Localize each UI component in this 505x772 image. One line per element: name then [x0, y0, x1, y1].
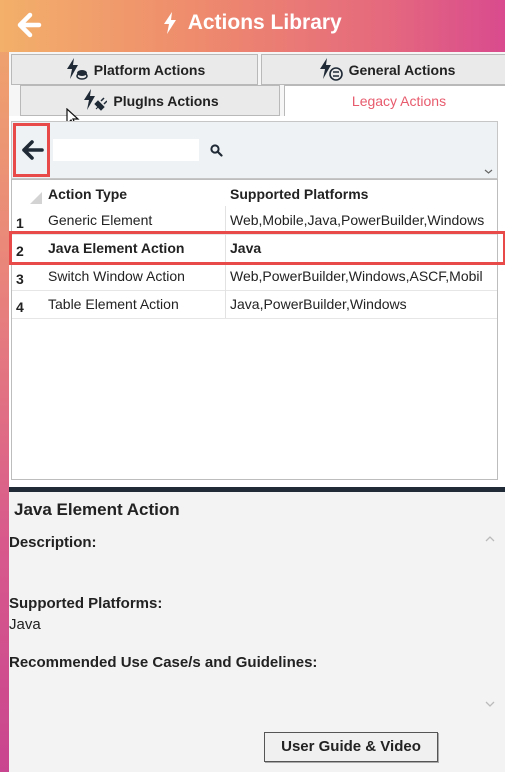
selected-row-highlight — [9, 231, 505, 265]
column-header-supported-platforms[interactable]: Supported Platforms — [227, 180, 497, 206]
platforms-cell: Web,PowerBuilder,Windows,ASCF,Mobil — [230, 268, 483, 284]
action-type-cell: Table Element Action — [46, 290, 226, 318]
actions-table: Action Type Supported Platforms 1 Generi… — [11, 179, 498, 480]
tab-platform-actions[interactable]: Platform Actions — [11, 54, 258, 85]
recommended-use-label: Recommended Use Case/s and Guidelines: — [9, 654, 318, 671]
row-number: 1 — [16, 215, 24, 231]
table-header-row: Action Type Supported Platforms — [12, 180, 497, 206]
user-guide-button[interactable]: User Guide & Video — [264, 732, 438, 762]
tab-platform-label: Platform Actions — [93, 61, 206, 78]
left-gradient-strip — [0, 0, 9, 772]
tab-plugins-actions[interactable]: PlugIns Actions — [20, 85, 280, 116]
plugins-actions-icon — [84, 88, 108, 111]
row-number: 3 — [16, 271, 24, 287]
page-title: Actions Library — [187, 11, 342, 34]
search-icon[interactable] — [210, 144, 223, 157]
tab-general-label: General Actions — [348, 61, 456, 78]
action-type-cell: Switch Window Action — [46, 262, 226, 290]
tab-general-actions[interactable]: General Actions — [261, 54, 505, 85]
detail-panel: Java Element Action Description: Support… — [9, 492, 505, 772]
header-title-area: Actions Library — [0, 11, 505, 35]
tab-legacy-actions[interactable]: Legacy Actions — [284, 85, 505, 116]
chevron-down-icon[interactable] — [484, 699, 496, 709]
platform-actions-icon — [66, 57, 88, 80]
back-button-highlight — [13, 123, 50, 177]
chevron-down-icon[interactable] — [481, 124, 496, 176]
supported-platforms-label: Supported Platforms: — [9, 595, 163, 612]
header: Actions Library — [0, 0, 505, 52]
platforms-cell: Java,PowerBuilder,Windows — [230, 296, 407, 312]
search-input[interactable] — [53, 139, 199, 161]
column-header-action-type[interactable]: Action Type — [46, 180, 226, 206]
tab-bar: Platform Actions General Actions PlugIns… — [9, 52, 505, 116]
table-row[interactable]: 3 Switch Window Action Web,PowerBuilder,… — [12, 262, 497, 291]
lightning-icon — [164, 12, 177, 34]
action-type-cell: Generic Element — [46, 206, 226, 234]
row-number: 4 — [16, 299, 24, 315]
tab-legacy-label: Legacy Actions — [351, 93, 447, 109]
tab-plugins-label: PlugIns Actions — [113, 92, 219, 109]
general-actions-icon — [319, 57, 343, 81]
supported-platforms-value: Java — [9, 616, 41, 633]
chevron-up-icon[interactable] — [484, 534, 496, 544]
platforms-cell: Web,Mobile,Java,PowerBuilder,Windows — [230, 212, 485, 228]
description-label: Description: — [9, 534, 97, 551]
detail-title: Java Element Action — [14, 500, 180, 519]
table-row[interactable]: 4 Table Element Action Java,PowerBuilder… — [12, 290, 497, 319]
table-corner — [30, 192, 42, 204]
